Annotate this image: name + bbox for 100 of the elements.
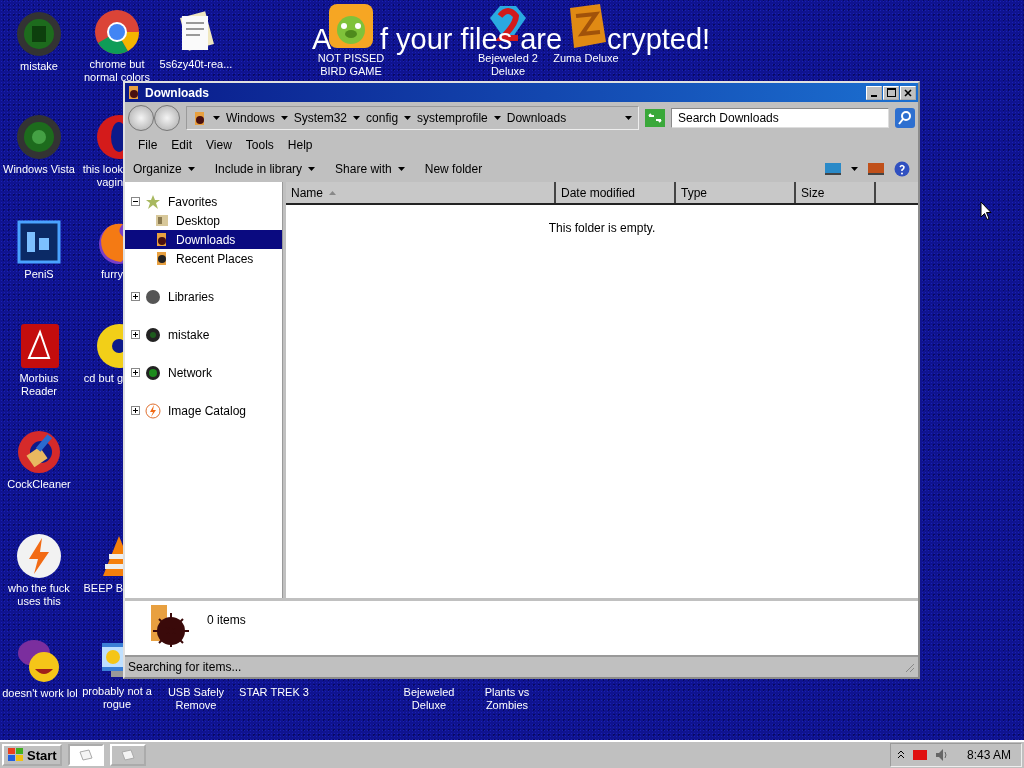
toolbar-button[interactable]: Organize: [133, 162, 195, 176]
menu-item[interactable]: Edit: [164, 138, 200, 152]
bolt-icon[interactable]: [15, 532, 63, 580]
collapse-icon[interactable]: [131, 197, 140, 206]
start-button[interactable]: Start: [2, 744, 62, 766]
tree-item[interactable]: Libraries: [166, 288, 217, 305]
caret-icon: [404, 116, 412, 120]
icon-label[interactable]: Plants vs Zombies: [484, 686, 530, 712]
toolbar-button[interactable]: Share with: [335, 162, 405, 176]
tray-icon[interactable]: [912, 750, 927, 760]
folder-icon: [127, 85, 141, 100]
ps-icon[interactable]: [15, 218, 63, 266]
menu-item[interactable]: Tools: [238, 138, 281, 152]
chevron-icon[interactable]: [896, 750, 905, 760]
maximize-button[interactable]: [883, 85, 899, 100]
close-icon: [904, 88, 912, 97]
back-button[interactable]: [128, 105, 154, 131]
search-field[interactable]: Search Downloads: [671, 108, 889, 128]
disc-icon: [145, 364, 161, 381]
tree-item[interactable]: Desktop: [174, 212, 223, 229]
icon-label[interactable]: BEEP B: [83, 582, 123, 595]
folder-icon: [193, 110, 207, 126]
address-bar[interactable]: Windows System32 config systemprofile Downloads: [186, 106, 639, 130]
speaker-icon[interactable]: [934, 748, 949, 762]
icon-label[interactable]: who the fuck uses this: [8, 582, 70, 608]
icon-label[interactable]: Bejeweled Deluxe: [403, 686, 455, 712]
caret-icon: [187, 167, 195, 171]
disc-icon[interactable]: [15, 10, 63, 58]
view-icon[interactable]: [825, 163, 841, 175]
browser-icon[interactable]: [93, 8, 141, 56]
star-icon: [145, 193, 161, 210]
breadcrumb-item[interactable]: Windows: [226, 111, 275, 125]
caret-icon: [308, 167, 316, 171]
icon-label[interactable]: furry: [101, 268, 123, 281]
tree-item[interactable]: Favorites: [166, 193, 220, 210]
column-header[interactable]: Name: [286, 182, 556, 203]
expand-icon[interactable]: [131, 292, 140, 301]
menu-item[interactable]: Help: [280, 138, 320, 152]
caret-icon: [213, 116, 220, 120]
caret-icon: [493, 116, 501, 120]
icon-label[interactable]: 5s6zy40t-rea...: [159, 58, 233, 71]
icon-label[interactable]: Morbius Reader: [19, 372, 59, 398]
expand-icon[interactable]: [131, 330, 140, 339]
status-text: Searching for items...: [128, 660, 242, 674]
tree-item[interactable]: Recent Places: [174, 250, 256, 267]
flag-icon: [7, 747, 25, 763]
search-icon[interactable]: [895, 108, 915, 128]
column-header[interactable]: Type: [676, 182, 796, 203]
expand-icon[interactable]: [131, 406, 140, 415]
breadcrumb-item[interactable]: System32: [293, 111, 348, 125]
empty-message: This folder is empty.: [548, 221, 656, 235]
recycle-icon[interactable]: [15, 113, 63, 161]
icon-label[interactable]: mistake: [20, 60, 58, 73]
menu-item[interactable]: File: [131, 138, 165, 152]
caret-icon: [353, 116, 361, 120]
column-header[interactable]: Size: [796, 182, 876, 203]
icon-label[interactable]: doesn't work lol: [2, 687, 78, 700]
brush-icon[interactable]: [15, 428, 63, 476]
icon-label[interactable]: PeniS: [24, 268, 54, 281]
folder-icon: [155, 232, 169, 247]
bolt-icon: [145, 402, 161, 419]
folder-icon: [155, 251, 169, 266]
caret-icon: [851, 167, 858, 171]
expand-icon[interactable]: [131, 368, 140, 377]
icon-label[interactable]: cd but g: [83, 372, 123, 385]
icon-label[interactable]: USB Safely Remove: [167, 686, 225, 712]
forward-button[interactable]: [154, 105, 180, 131]
tree-item[interactable]: Image Catalog: [166, 402, 249, 419]
icon-label[interactable]: this look vagin: [82, 163, 123, 189]
icon-label[interactable]: CockCleaner: [7, 478, 71, 491]
icon-label[interactable]: Windows Vista: [3, 163, 75, 176]
icon-label[interactable]: probably not a rogue: [82, 685, 152, 711]
resize-grip-icon[interactable]: [903, 661, 915, 673]
tree-item[interactable]: Network: [166, 364, 214, 381]
help-icon[interactable]: [894, 161, 910, 177]
maximize-icon: [886, 88, 896, 97]
caret-icon: [397, 167, 405, 171]
tree-item[interactable]: mistake: [166, 326, 212, 343]
breadcrumb-item[interactable]: Downloads: [506, 111, 567, 125]
caret-icon: [625, 116, 632, 120]
minimize-icon: [871, 94, 877, 97]
book-icon: [155, 213, 169, 228]
breadcrumb-item[interactable]: config: [366, 111, 399, 125]
icon-label[interactable]: NOT PISSED BIRD GAME: [317, 52, 385, 78]
icon-label[interactable]: Bejeweled 2 Deluxe: [478, 52, 538, 78]
column-header[interactable]: Date modified: [556, 182, 676, 203]
toolbar-button[interactable]: Include in library: [214, 162, 316, 176]
cursor-icon: [980, 201, 992, 221]
toolbar-button[interactable]: New folder: [424, 162, 483, 176]
breadcrumb-item[interactable]: systemprofile: [417, 111, 488, 125]
icon-label[interactable]: chrome but normal colors: [84, 58, 150, 84]
close-button[interactable]: [900, 85, 916, 100]
window-title: Downloads: [145, 85, 210, 100]
disc-icon: [145, 326, 161, 343]
icon-label[interactable]: Zuma Deluxe: [553, 52, 619, 65]
minimize-button[interactable]: [866, 85, 882, 100]
page-icon: [78, 749, 93, 761]
icon-label[interactable]: STAR TREK 3: [239, 686, 309, 699]
refresh-icon[interactable]: [645, 109, 665, 127]
menu-item[interactable]: View: [199, 138, 239, 152]
